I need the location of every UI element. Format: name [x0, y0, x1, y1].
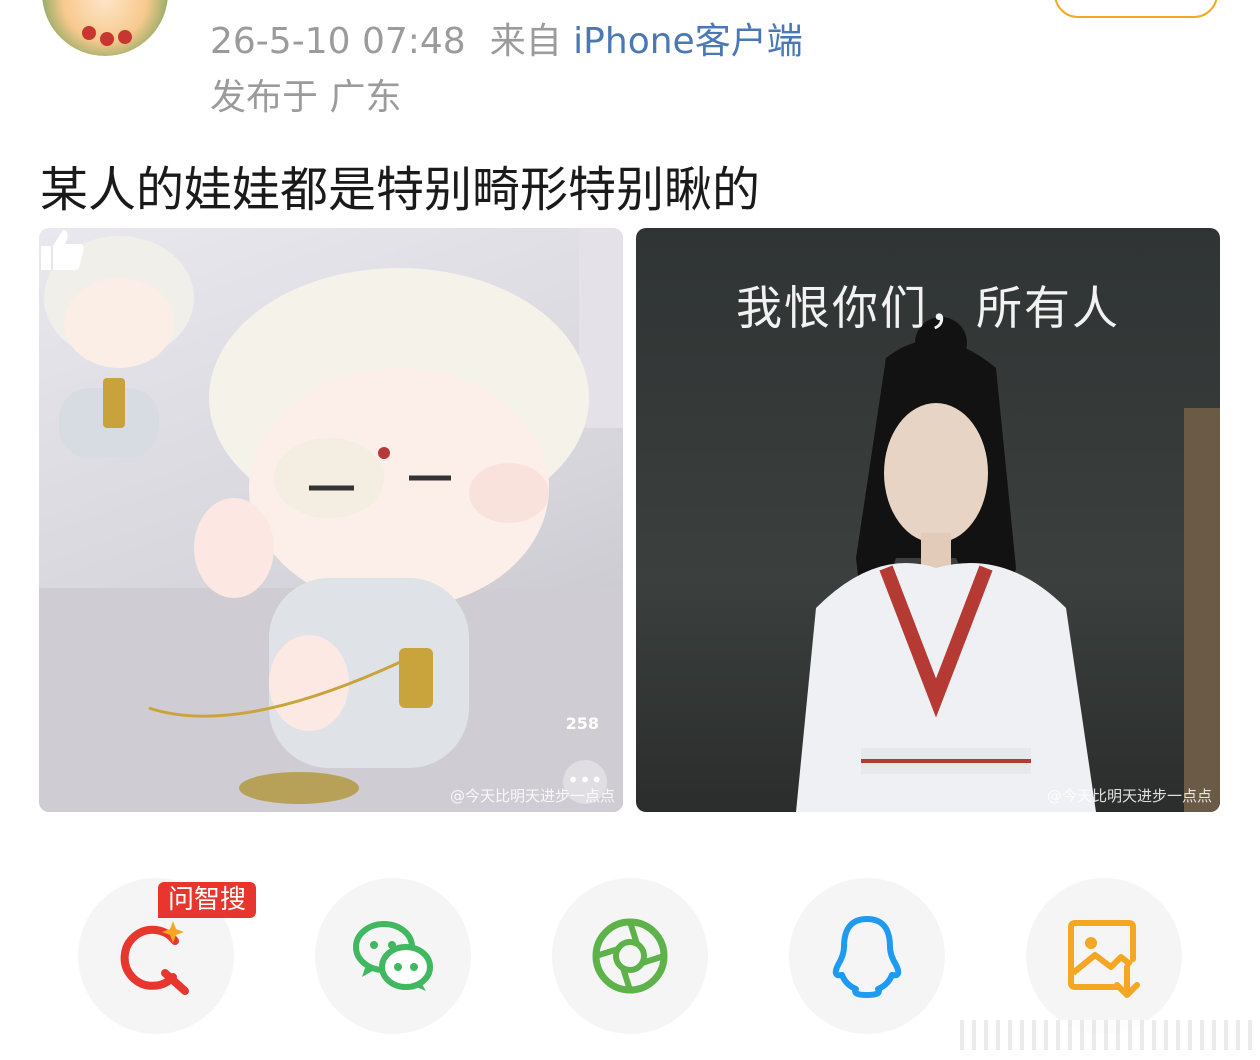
doll-illustration — [39, 228, 623, 812]
image-caption: 我恨你们，所有人 — [736, 281, 1120, 335]
image-watermark: @今天比明天进步一点点 — [449, 787, 615, 805]
post-image-2[interactable]: 我恨你们，所有人 @今天比明天进步一点点 — [636, 228, 1220, 812]
wechat-icon — [353, 921, 433, 991]
post-source-prefix: 来自 — [489, 21, 562, 62]
save-image-button[interactable] — [1026, 878, 1182, 1034]
share-wechat-button[interactable] — [315, 878, 471, 1034]
ai-search-badge: 问智搜 — [158, 882, 257, 918]
follow-button[interactable] — [1054, 0, 1218, 18]
qq-icon — [832, 916, 902, 998]
avatar[interactable] — [42, 0, 168, 56]
post-source-client[interactable]: iPhone客户端 — [573, 21, 803, 62]
post-timestamp: 26-5-10 07:48 — [210, 21, 466, 62]
thumbs-up-icon[interactable] — [39, 228, 85, 272]
scroll-indicator — [960, 1020, 1260, 1050]
moments-icon — [592, 918, 668, 994]
image-watermark: @今天比明天进步一点点 — [1046, 787, 1212, 805]
like-count: 258 — [565, 714, 599, 733]
share-qq-button[interactable] — [789, 878, 945, 1034]
save-image-icon — [1068, 920, 1140, 998]
post-text: 某人的娃娃都是特别畸形特别瞅的 — [40, 162, 761, 218]
ai-search-icon — [120, 921, 189, 995]
share-moments-button[interactable] — [552, 878, 708, 1034]
post-location: 发布于 广东 — [210, 77, 402, 118]
post-image-1[interactable]: 258 ••• @今天比明天进步一点点 — [39, 228, 623, 812]
post-meta: 26-5-10 07:48 来自 iPhone客户端 — [210, 12, 803, 62]
